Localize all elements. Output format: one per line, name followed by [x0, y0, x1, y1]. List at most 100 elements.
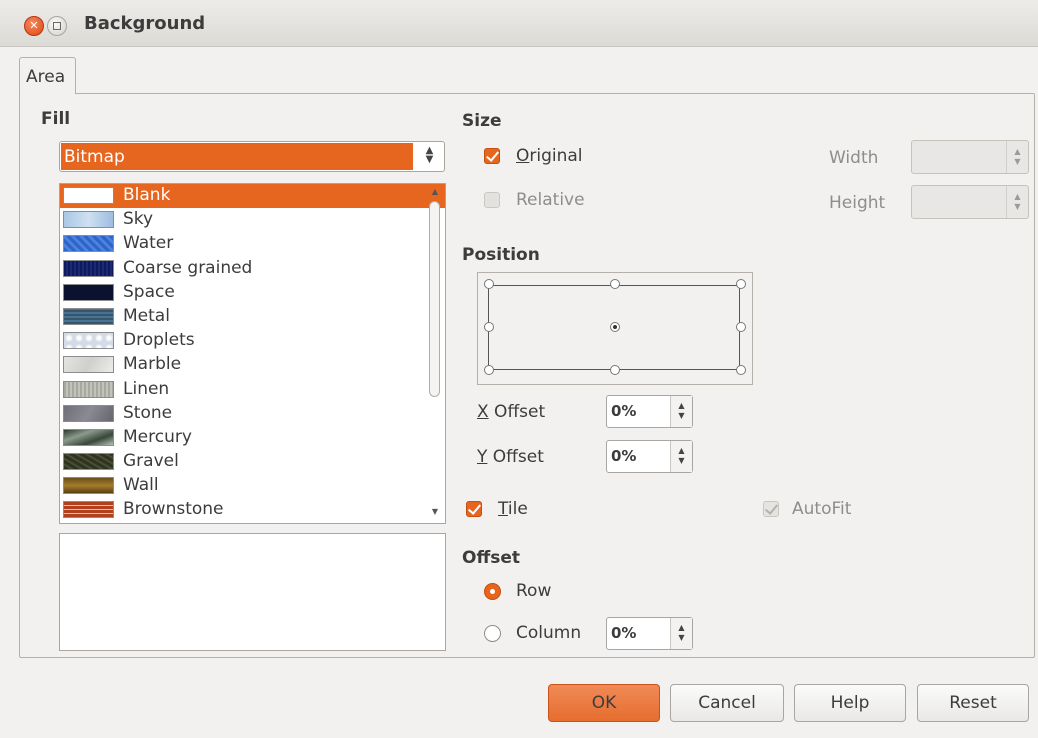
position-top-center-radio[interactable] — [610, 279, 620, 289]
tab-area[interactable]: Area — [19, 57, 76, 94]
list-item-label: Droplets — [123, 330, 195, 351]
position-heading: Position — [462, 245, 540, 265]
spin-arrows-icon[interactable]: ▲ ▼ — [670, 618, 692, 649]
list-item-label: Gravel — [123, 451, 179, 472]
bitmap-swatch-marble — [63, 356, 114, 374]
y-offset-label: Y Offset — [477, 447, 544, 467]
list-item[interactable]: Mercury — [60, 426, 445, 450]
tile-label-text: ile — [507, 499, 528, 519]
original-label-text: riginal — [529, 146, 583, 166]
bitmap-list-scrollbar[interactable]: ▲ ▼ — [428, 187, 442, 520]
bitmap-swatch-sky — [63, 211, 114, 229]
list-item-label: Space — [123, 281, 175, 302]
original-checkbox[interactable] — [484, 148, 500, 164]
bitmap-list[interactable]: Blank Sky Water Coarse grained Space Met… — [59, 183, 446, 524]
maximize-window-button[interactable] — [47, 16, 67, 36]
offset-heading: Offset — [462, 548, 520, 568]
position-top-right-radio[interactable] — [736, 279, 746, 289]
y-offset-label-text: Offset — [487, 447, 544, 467]
list-item[interactable]: Droplets — [60, 329, 445, 353]
list-item[interactable]: Coarse grained — [60, 257, 445, 281]
fill-heading: Fill — [41, 109, 71, 129]
bitmap-preview — [59, 533, 446, 651]
bitmap-swatch-water — [63, 235, 114, 253]
position-top-left-radio[interactable] — [484, 279, 494, 289]
list-item-label: Mercury — [123, 426, 192, 447]
relative-label: Relative — [516, 190, 585, 210]
ok-button[interactable]: OK — [548, 684, 660, 722]
position-bottom-right-radio[interactable] — [736, 365, 746, 375]
y-offset-field[interactable]: 0% ▲ ▼ — [606, 440, 693, 473]
width-label: Width — [829, 148, 879, 168]
select-arrows-icon: ▲ ▼ — [425, 145, 434, 165]
list-item-label: Brownstone — [123, 499, 224, 520]
width-field[interactable]: ▲ ▼ — [911, 140, 1029, 174]
list-item[interactable]: Brownstone — [60, 498, 445, 522]
scroll-up-icon[interactable]: ▲ — [428, 187, 442, 196]
relative-checkbox[interactable] — [484, 192, 500, 208]
list-item-label: Metal — [123, 305, 170, 326]
bitmap-swatch-linen — [63, 380, 114, 398]
bitmap-swatch-wall — [63, 477, 114, 495]
title-bar: ✕ Background — [0, 0, 1038, 47]
list-item-label: Stone — [123, 402, 173, 423]
position-selector[interactable] — [477, 272, 753, 385]
position-bottom-left-radio[interactable] — [484, 365, 494, 375]
close-window-button[interactable]: ✕ — [24, 16, 44, 36]
offset-value-field[interactable]: 0% ▲ ▼ — [606, 617, 693, 650]
position-center-radio[interactable] — [610, 322, 620, 332]
reset-button[interactable]: Reset — [917, 684, 1029, 722]
fill-type-select[interactable]: Bitmap ▲ ▼ — [59, 141, 445, 172]
row-radio[interactable] — [484, 583, 501, 600]
column-radio[interactable] — [484, 625, 501, 642]
spin-arrows-icon[interactable]: ▲ ▼ — [670, 396, 692, 427]
x-offset-value: 0% — [611, 402, 637, 420]
position-middle-left-radio[interactable] — [484, 322, 494, 332]
list-item-label: Sky — [123, 209, 154, 230]
tile-label: Tile — [498, 499, 528, 519]
spin-arrows-icon[interactable]: ▲ ▼ — [1006, 186, 1028, 218]
list-item[interactable]: Gravel — [60, 450, 445, 474]
window-title: Background — [84, 13, 206, 34]
position-middle-right-radio[interactable] — [736, 322, 746, 332]
list-item[interactable]: Sky — [60, 208, 445, 232]
scrollbar-thumb[interactable] — [429, 201, 440, 397]
offset-value: 0% — [611, 624, 637, 642]
list-item[interactable]: Blank — [60, 184, 445, 209]
list-item[interactable]: Wall — [60, 474, 445, 498]
tile-checkbox[interactable] — [466, 501, 482, 517]
list-item[interactable]: Marble — [60, 353, 445, 377]
bitmap-swatch-droplets — [63, 332, 114, 350]
height-label: Height — [829, 193, 886, 213]
bitmap-swatch-space — [63, 283, 114, 301]
fill-type-value: Bitmap — [61, 143, 413, 170]
bitmap-swatch-blank — [63, 187, 114, 204]
help-button[interactable]: Help — [794, 684, 906, 722]
list-item[interactable]: Linen — [60, 378, 445, 402]
height-field[interactable]: ▲ ▼ — [911, 185, 1029, 219]
position-bottom-center-radio[interactable] — [610, 365, 620, 375]
spin-arrows-icon[interactable]: ▲ ▼ — [1006, 141, 1028, 173]
column-label: Column — [516, 623, 582, 643]
bitmap-swatch-stone — [63, 404, 114, 422]
size-heading: Size — [462, 111, 502, 131]
scroll-down-icon[interactable]: ▼ — [428, 507, 442, 516]
cancel-button[interactable]: Cancel — [670, 684, 784, 722]
list-item-label: Water — [123, 233, 174, 254]
x-offset-label: X Offset — [477, 402, 546, 422]
list-item[interactable]: Water — [60, 232, 445, 256]
bitmap-swatch-coarse-grained — [63, 259, 114, 277]
y-offset-value: 0% — [611, 447, 637, 465]
spin-arrows-icon[interactable]: ▲ ▼ — [670, 441, 692, 472]
list-item[interactable]: Space — [60, 281, 445, 305]
x-offset-field[interactable]: 0% ▲ ▼ — [606, 395, 693, 428]
list-item-label: Coarse grained — [123, 257, 253, 278]
list-item-label: Wall — [123, 475, 159, 496]
list-item-label: Linen — [123, 378, 170, 399]
x-offset-label-text: Offset — [488, 402, 546, 422]
bitmap-swatch-metal — [63, 307, 114, 325]
autofit-checkbox[interactable] — [763, 501, 779, 517]
list-item[interactable]: Stone — [60, 402, 445, 426]
original-label: Original — [516, 146, 583, 166]
list-item[interactable]: Metal — [60, 305, 445, 329]
